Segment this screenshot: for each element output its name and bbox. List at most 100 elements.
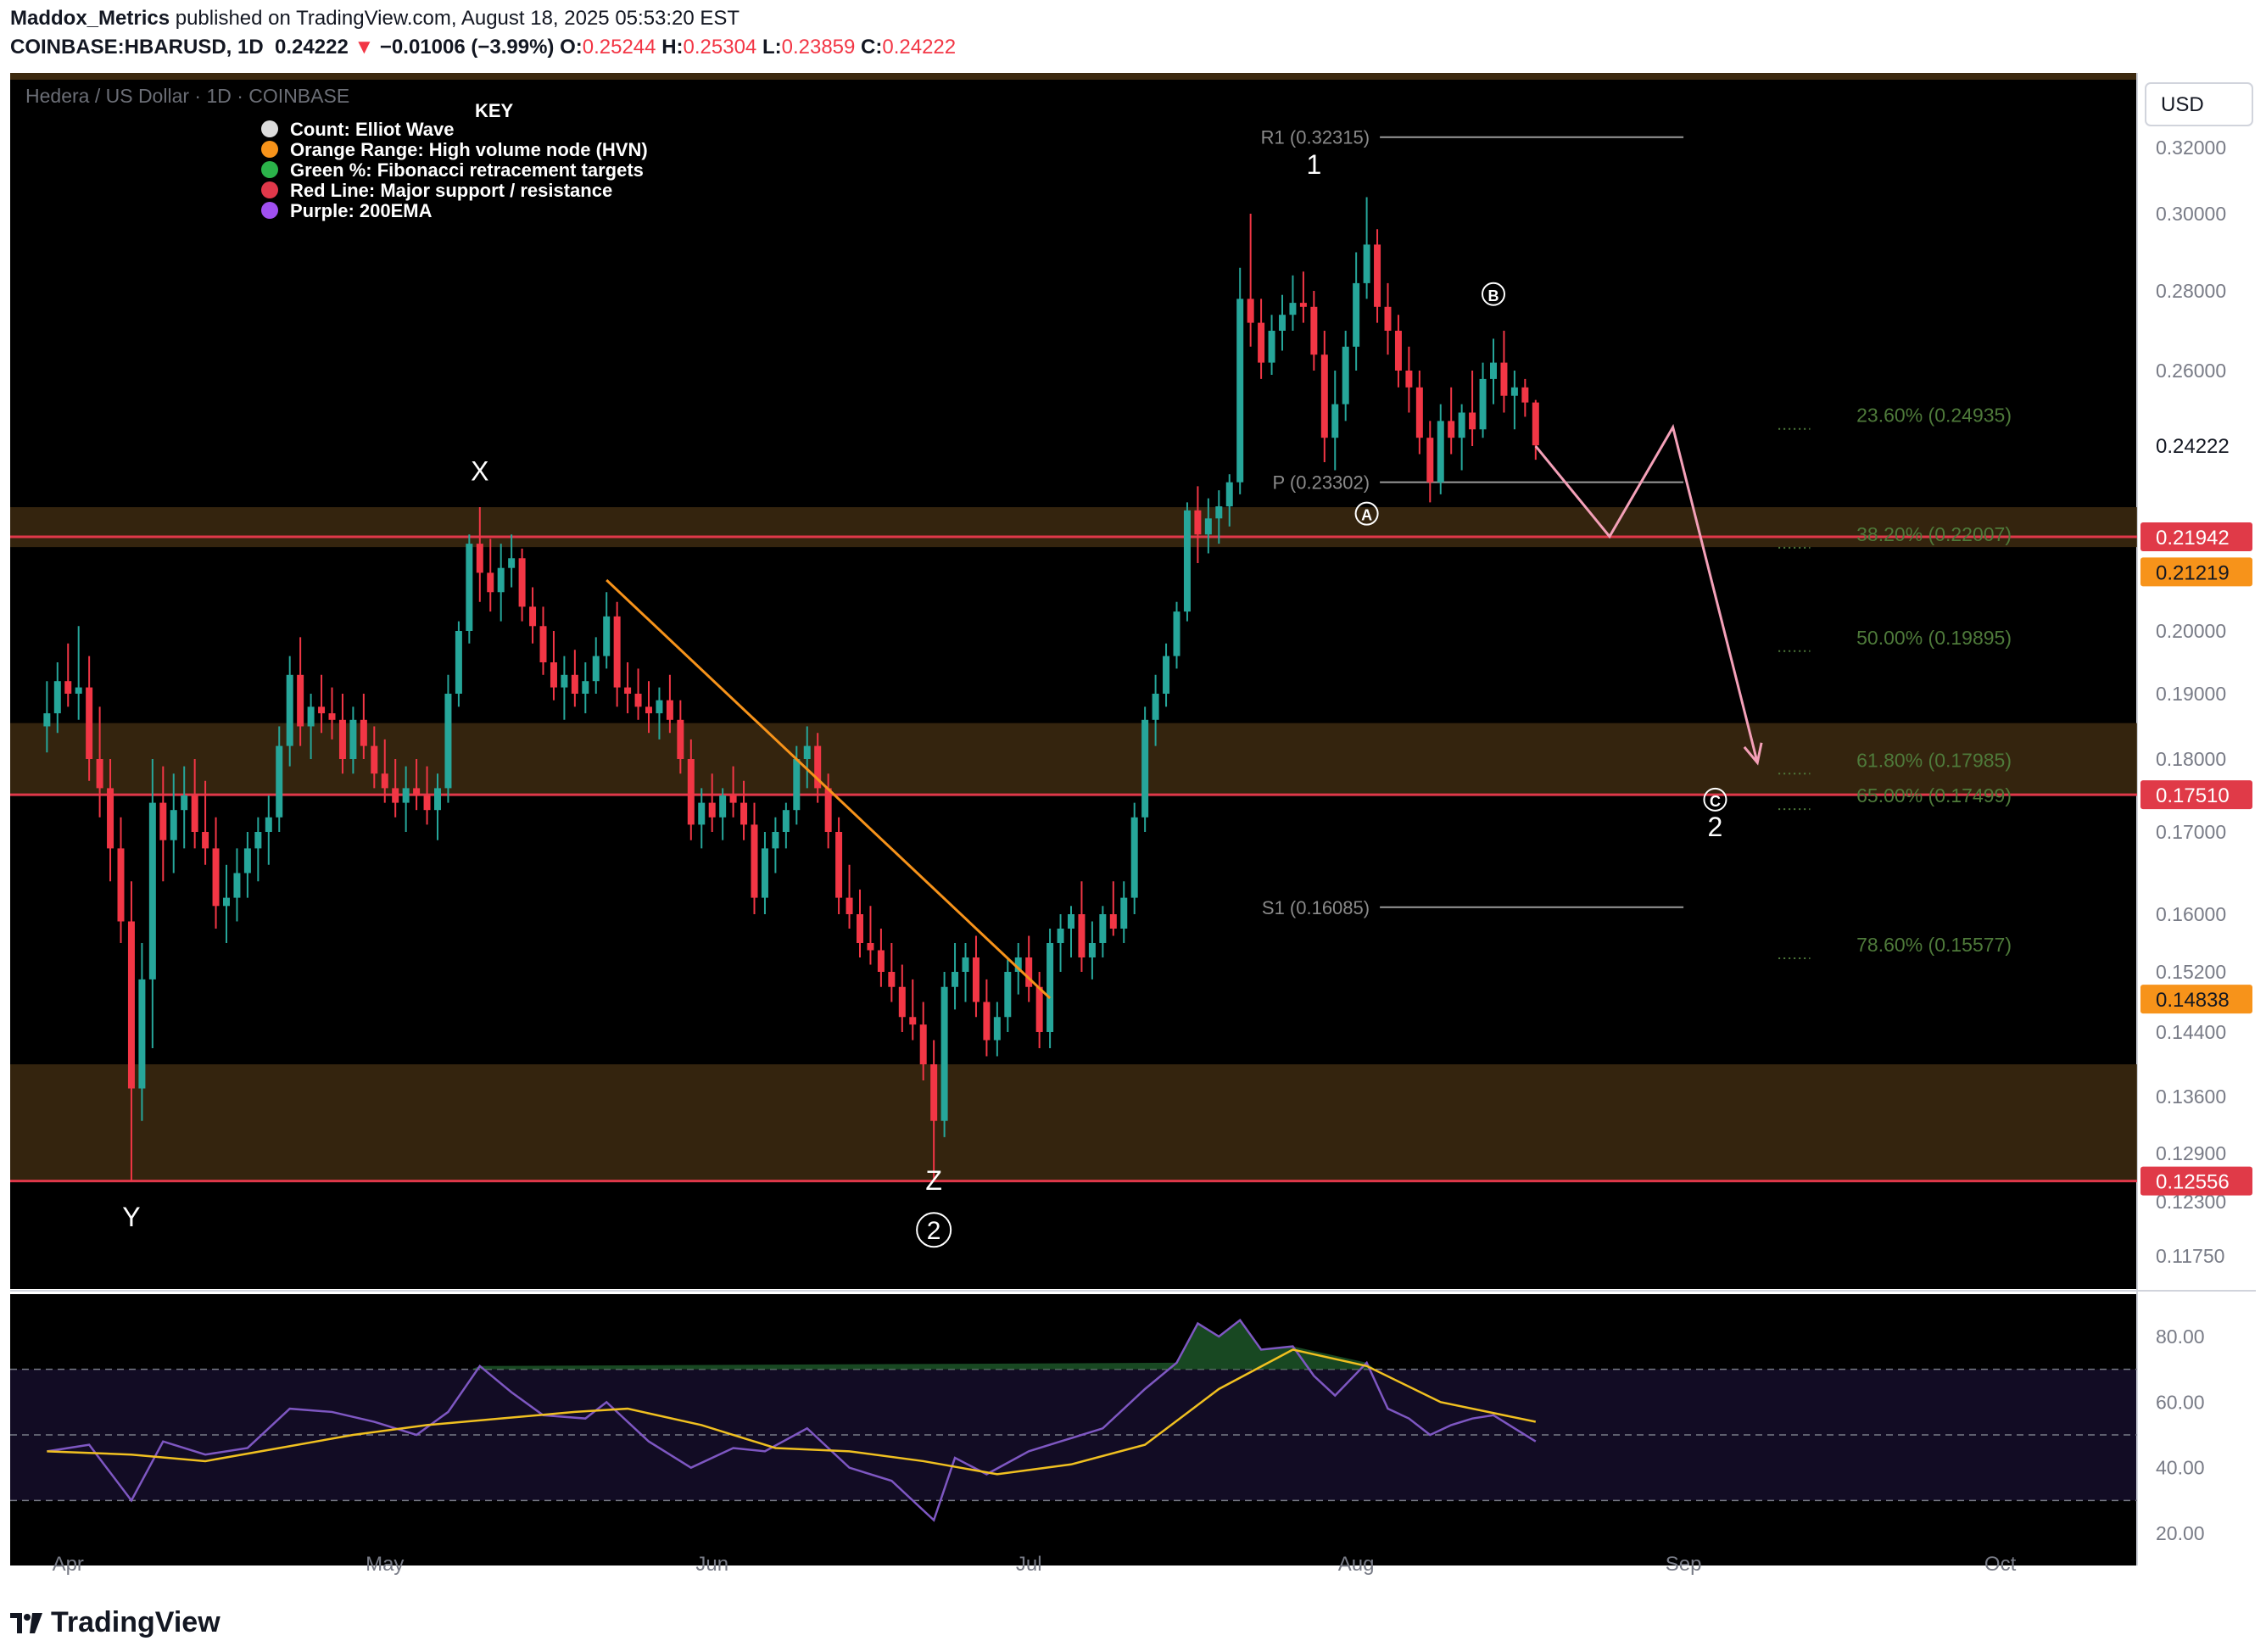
candle-body xyxy=(687,759,695,825)
candle-body xyxy=(191,795,198,832)
candle-body xyxy=(867,943,874,951)
key-item: Count: Elliot Wave xyxy=(290,119,455,140)
candle-body xyxy=(318,706,326,714)
price-axis-tick: 0.17000 xyxy=(2156,821,2226,843)
time-axis-tick: Sep xyxy=(1666,1553,1702,1576)
candle-body xyxy=(898,986,906,1018)
price-level-label: 0.12556 xyxy=(2156,1171,2230,1194)
fib-label: 23.60% (0.24935) xyxy=(1856,405,2012,427)
price-axis-tick: 0.12900 xyxy=(2156,1142,2226,1164)
time-axis-tick: Jun xyxy=(695,1553,728,1576)
candle-body xyxy=(1448,421,1455,438)
price-axis-tick: 0.26000 xyxy=(2156,360,2226,382)
candle-body xyxy=(719,795,727,818)
candle-body xyxy=(243,848,251,873)
key-bullet-icon xyxy=(261,181,278,198)
candle-body xyxy=(603,616,611,656)
rsi-axis-tick: 20.00 xyxy=(2156,1522,2205,1544)
candle-body xyxy=(634,694,642,707)
candle-body xyxy=(571,674,578,694)
key-item: Green %: Fibonacci retracement targets xyxy=(290,159,644,181)
candle-body xyxy=(1183,510,1191,612)
key-item: Red Line: Major support / resistance xyxy=(290,180,612,201)
price-axis-tick: 0.30000 xyxy=(2156,203,2226,225)
candle-body xyxy=(1204,518,1212,535)
candle-body xyxy=(265,817,272,832)
candle-body xyxy=(539,626,547,662)
candle-body xyxy=(983,1002,991,1041)
candle-body xyxy=(613,616,621,688)
candle-body xyxy=(53,681,61,714)
candle-body xyxy=(1268,331,1275,363)
candle-body xyxy=(824,788,832,832)
chart-canvas[interactable]: R1 (0.32315) P (0.23302) S1 (0.16085) 23.60… xyxy=(10,73,2256,1594)
price-level-label: 0.21942 xyxy=(2156,527,2230,550)
candle-body xyxy=(497,567,505,593)
candle-body xyxy=(96,759,103,789)
time-axis-bg xyxy=(10,1540,2137,1565)
pivot-label: S1 (0.16085) xyxy=(1262,897,1370,918)
high-label: H: xyxy=(661,36,684,59)
candle-body xyxy=(550,662,557,688)
candle-body xyxy=(86,687,93,759)
candle-body xyxy=(307,706,315,727)
candle-body xyxy=(434,788,441,811)
candle-body xyxy=(677,719,684,759)
candle-body xyxy=(952,972,959,987)
candle-body xyxy=(181,795,188,811)
candle-body xyxy=(1521,387,1529,403)
price-change: −0.01006 (−3.99%) xyxy=(379,36,555,59)
candle-body xyxy=(148,802,156,979)
candle-body xyxy=(212,848,220,907)
publisher-line: Maddox_Metrics published on TradingView.… xyxy=(10,7,740,31)
candle-body xyxy=(423,795,431,811)
candle-body xyxy=(286,674,293,746)
candle-body xyxy=(518,558,526,607)
candle-body xyxy=(1384,306,1392,331)
candle-body xyxy=(1109,914,1117,929)
current-price-label: 0.24222 xyxy=(2156,435,2230,458)
pivot-label: P (0.23302) xyxy=(1273,472,1370,494)
candle-body xyxy=(1394,331,1402,371)
candle-body xyxy=(159,802,167,840)
candle-body xyxy=(1363,244,1370,283)
candle-body xyxy=(202,832,209,849)
time-axis-tick: Oct xyxy=(1984,1553,2017,1576)
candle-body xyxy=(782,810,790,832)
candle-body xyxy=(328,713,336,720)
candle-body xyxy=(1532,402,1539,446)
key-item: Purple: 200EMA xyxy=(290,200,433,221)
candle-body xyxy=(1247,299,1254,323)
candle-body xyxy=(1426,438,1434,483)
price-axis-tick: 0.28000 xyxy=(2156,280,2226,302)
candle-body xyxy=(751,824,758,898)
price-axis-tick: 0.13600 xyxy=(2156,1086,2226,1108)
candle-body xyxy=(1194,510,1202,535)
low-value: 0.23859 xyxy=(781,36,856,59)
candle-body xyxy=(835,832,843,898)
wave-label: 1 xyxy=(1306,149,1321,180)
wave-label: X xyxy=(471,455,488,486)
rsi-axis-tick: 60.00 xyxy=(2156,1391,2205,1413)
author-name[interactable]: Maddox_Metrics xyxy=(10,7,170,30)
candle-body xyxy=(1057,929,1064,943)
open-label: O: xyxy=(560,36,583,59)
candle-body xyxy=(772,832,779,849)
hvn-zone xyxy=(10,507,2137,548)
candle-body xyxy=(444,694,452,789)
candle-body xyxy=(466,544,473,631)
candle-body xyxy=(1068,914,1074,929)
candle-body xyxy=(360,719,367,746)
candle-body xyxy=(43,713,51,727)
candle-body xyxy=(1415,387,1423,438)
candle-body xyxy=(698,802,706,825)
candle-body xyxy=(624,687,632,694)
candle-body xyxy=(561,674,568,688)
candle-body xyxy=(487,572,494,593)
wave-label: Y xyxy=(122,1202,140,1232)
candle-body xyxy=(1353,282,1360,347)
candle-body xyxy=(761,848,768,898)
price-axis-tick: 0.15200 xyxy=(2156,961,2226,983)
candle-body xyxy=(402,788,410,803)
tradingview-logo-icon xyxy=(10,1612,42,1633)
